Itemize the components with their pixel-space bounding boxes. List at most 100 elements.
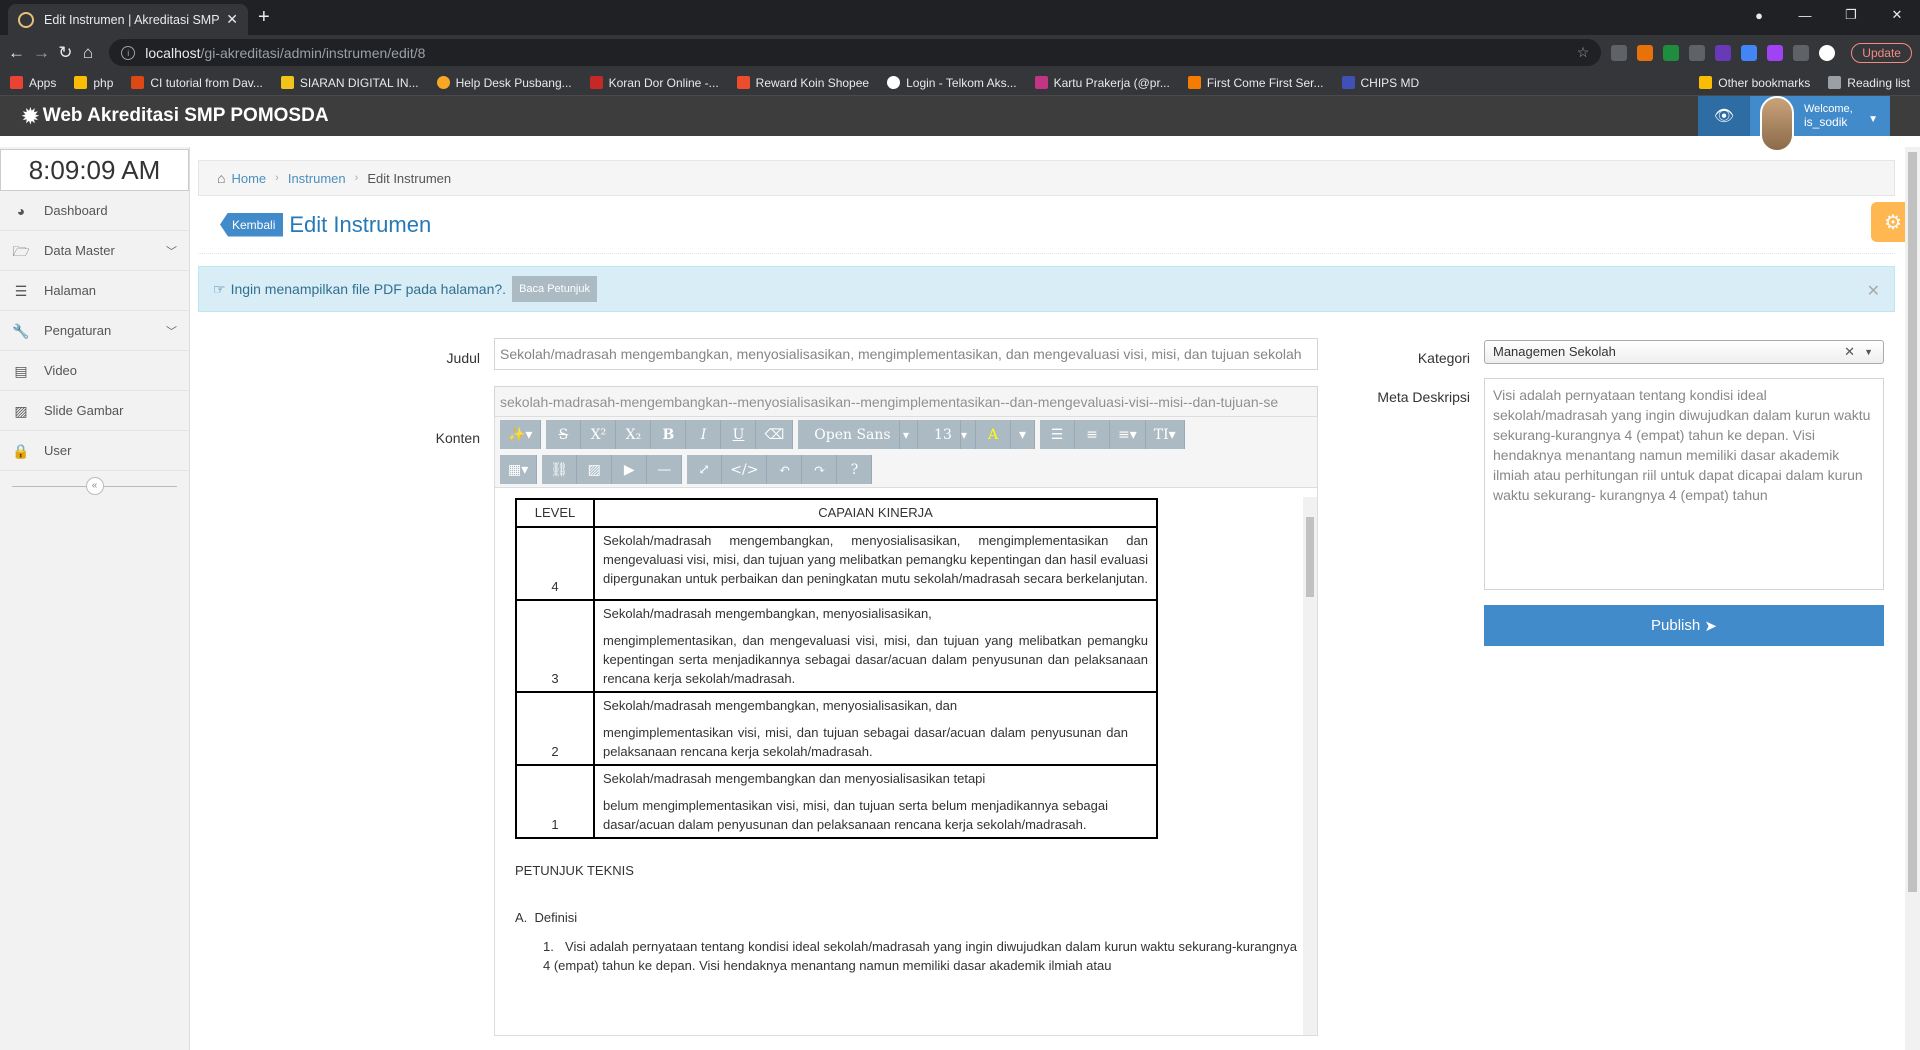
close-tab-icon[interactable]: ✕ — [226, 11, 238, 28]
minimize-icon[interactable]: — — [1782, 8, 1828, 23]
capaian-cell: Sekolah/madrasah mengembangkan, menyosia… — [593, 526, 1158, 601]
highlight-icon[interactable]: A — [976, 420, 1011, 449]
profile-dot-icon[interactable]: ● — [1736, 8, 1782, 23]
reload-icon[interactable]: ↻ — [58, 43, 73, 63]
bullet-list-icon[interactable]: ☰ — [1040, 420, 1076, 449]
underline-icon[interactable]: U — [721, 420, 757, 449]
italic-icon[interactable]: I — [686, 420, 722, 449]
brand[interactable]: ✹ Web Akreditasi SMP POMOSDA — [0, 104, 329, 129]
extension-icon[interactable] — [1715, 44, 1732, 61]
close-window-icon[interactable]: ✕ — [1874, 7, 1920, 23]
sidebar-item-pengaturan[interactable]: 🔧 Pengaturan ﹀ — [0, 311, 189, 351]
link-icon[interactable]: ⛓ — [542, 455, 578, 484]
font-size-dropdown[interactable]: 13 ▾ — [918, 420, 976, 449]
extension-icon[interactable] — [1741, 44, 1758, 61]
bookmark-item[interactable]: php — [74, 76, 113, 90]
video-icon[interactable]: ▶ — [612, 455, 648, 484]
extension-icon[interactable] — [1689, 44, 1706, 61]
home-icon[interactable]: ⌂ — [81, 43, 96, 63]
sidebar-item-data-master[interactable]: 🗁 Data Master ﹀ — [0, 231, 189, 271]
image-icon[interactable]: ▨ — [577, 455, 613, 484]
bookmark-favicon-icon — [436, 76, 450, 89]
reading-list[interactable]: Reading list — [1828, 76, 1910, 90]
back-icon[interactable]: ← — [8, 43, 25, 63]
strikethrough-icon[interactable]: S — [546, 420, 582, 449]
profile-avatar-icon[interactable] — [1819, 44, 1836, 61]
page-scrollbar[interactable] — [1905, 147, 1920, 1050]
maximize-icon[interactable]: ❐ — [1828, 7, 1874, 23]
bookmark-item[interactable]: SIARAN DIGITAL IN... — [280, 76, 419, 90]
info-icon[interactable]: i — [121, 45, 136, 60]
collapse-sidebar-icon[interactable]: « — [85, 477, 104, 495]
color-dropdown-icon[interactable]: ▾ — [1011, 420, 1036, 449]
breadcrumb-separator: › — [354, 172, 359, 184]
extension-icon[interactable] — [1663, 44, 1680, 61]
bookmark-item[interactable]: Login - Telkom Aks... — [887, 76, 1017, 90]
superscript-icon[interactable]: X² — [581, 420, 617, 449]
bookmark-item[interactable]: Koran Dor Online -... — [589, 76, 719, 90]
bookmark-item[interactable]: Reward Koin Shopee — [736, 76, 869, 90]
new-tab-icon[interactable]: + — [258, 6, 270, 29]
puzzle-icon[interactable] — [1793, 44, 1810, 61]
kategori-select[interactable]: Managemen Sekolah ✕ ▼ — [1484, 340, 1884, 364]
align-icon[interactable]: ≡▾ — [1110, 420, 1146, 449]
horizontal-rule-icon[interactable]: — — [647, 455, 683, 484]
page-header: Kembali Edit Instrumen ⚙ — [198, 196, 1915, 254]
extension-icon[interactable] — [1767, 44, 1784, 61]
username: is_sodik — [1804, 114, 1848, 129]
undo-icon[interactable]: ↶ — [767, 455, 803, 484]
view-site-button[interactable]: 👁 — [1698, 96, 1750, 136]
bookmarks-bar: Apps php CI tutorial from Dav... SIARAN … — [0, 70, 1920, 96]
capaian-header: CAPAIAN KINERJA — [593, 498, 1158, 528]
bookmark-star-icon[interactable]: ☆ — [1577, 44, 1590, 61]
editor-scrollbar[interactable] — [1303, 497, 1317, 1035]
user-menu[interactable]: Welcome, is_sodik ▼ — [1750, 96, 1890, 152]
browser-tab[interactable]: Edit Instrumen | Akreditasi SMP F ✕ — [8, 4, 248, 35]
publish-button[interactable]: Publish ➤ — [1484, 605, 1884, 646]
bookmark-item[interactable]: Kartu Prakerja (@pr... — [1034, 76, 1170, 90]
bookmark-item[interactable]: First Come First Ser... — [1187, 76, 1324, 90]
judul-input[interactable]: Sekolah/madrasah mengembangkan, menyosia… — [494, 338, 1318, 370]
close-alert-icon[interactable]: ✕ — [1867, 281, 1880, 301]
bold-icon[interactable]: B — [651, 420, 687, 449]
baca-petunjuk-button[interactable]: Baca Petunjuk — [512, 276, 597, 302]
sidebar-item-dashboard[interactable]: ◕ Dashboard — [0, 191, 189, 231]
redo-icon[interactable]: ↷ — [802, 455, 838, 484]
globe-icon — [887, 76, 901, 89]
window-controls: ● — ❐ ✕ — [1736, 0, 1920, 30]
help-icon[interactable]: ? — [837, 455, 873, 484]
breadcrumb-home[interactable]: Home — [231, 171, 266, 186]
editor-content[interactable]: LEVEL CAPAIAN KINERJA 4 Sekolah/madrasah… — [495, 488, 1317, 985]
scroll-thumb[interactable] — [1306, 517, 1314, 597]
bookmark-item[interactable]: CHIPS MD — [1341, 76, 1419, 90]
magic-style-icon[interactable]: ✨▾ — [500, 420, 542, 449]
ordered-list-icon[interactable]: ≡ — [1075, 420, 1111, 449]
back-button[interactable]: Kembali — [220, 212, 284, 237]
breadcrumb-instrumen[interactable]: Instrumen — [288, 171, 346, 186]
bookmark-item[interactable]: Apps — [10, 76, 56, 90]
sidebar-item-halaman[interactable]: ☰ Halaman — [0, 271, 189, 311]
sidebar-item-video[interactable]: ▤ Video — [0, 351, 189, 391]
meta-deskripsi-textarea[interactable]: Visi adalah pernyataan tentang kondisi i… — [1484, 378, 1884, 590]
extension-icon[interactable] — [1637, 44, 1654, 61]
line-height-icon[interactable]: TI▾ — [1146, 420, 1185, 449]
subscript-icon[interactable]: X₂ — [616, 420, 652, 449]
sidebar-item-slide-gambar[interactable]: ▨ Slide Gambar — [0, 391, 189, 431]
slug-input[interactable]: sekolah-madrasah-mengembangkan--menyosia… — [494, 386, 1318, 418]
fullscreen-icon[interactable]: ⤢ — [687, 455, 723, 484]
level-cell: 1 — [515, 764, 595, 839]
code-view-icon[interactable]: </> — [722, 455, 768, 484]
forward-icon[interactable]: → — [33, 43, 50, 63]
address-bar[interactable]: i localhost/gi-akreditasi/admin/instrume… — [109, 39, 1602, 66]
eraser-icon[interactable]: ⌫ — [756, 420, 794, 449]
sidebar-item-user[interactable]: 🔒 User — [0, 431, 189, 471]
other-bookmarks[interactable]: Other bookmarks — [1699, 76, 1810, 90]
bookmark-item[interactable]: CI tutorial from Dav... — [131, 76, 263, 90]
font-family-dropdown[interactable]: Open Sans ▾ — [798, 420, 918, 449]
page-scroll-thumb[interactable] — [1908, 152, 1917, 892]
clear-icon[interactable]: ✕ — [1844, 341, 1855, 363]
table-icon[interactable]: ▦▾ — [500, 455, 538, 484]
extension-icon[interactable] — [1611, 44, 1628, 61]
update-button[interactable]: Update — [1851, 42, 1912, 63]
bookmark-item[interactable]: Help Desk Pusbang... — [436, 76, 572, 90]
